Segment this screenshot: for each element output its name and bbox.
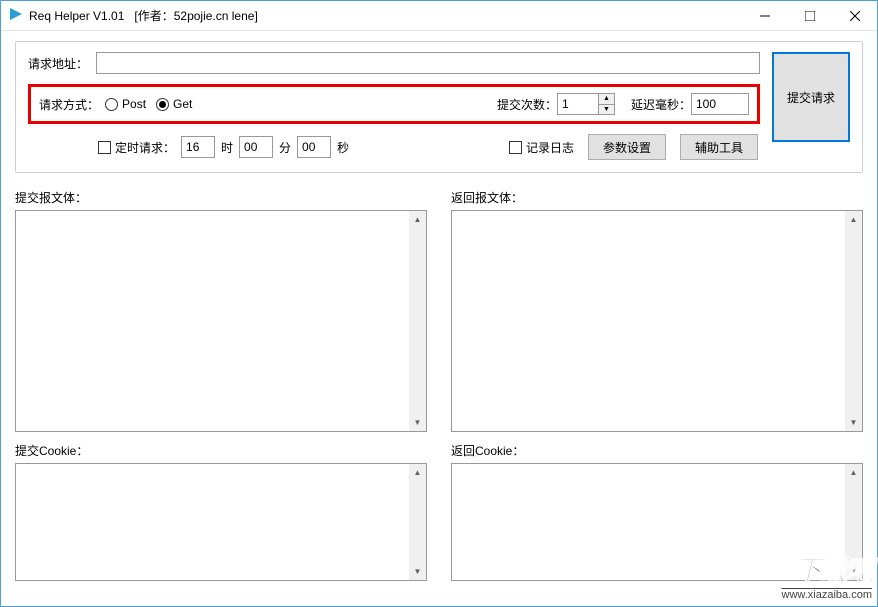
scroll-down-icon[interactable]: ▼ <box>409 563 426 580</box>
app-icon <box>9 7 23 24</box>
method-row-highlight: 请求方式： Post Get 提交次数： ▲ <box>28 84 760 124</box>
window-author: [作者：52pojie.cn lene] <box>134 7 257 24</box>
titlebar: Req Helper V1.01 [作者：52pojie.cn lene] <box>1 1 877 31</box>
minimize-button[interactable] <box>742 1 787 30</box>
request-config-panel: 请求地址： 请求方式： Post Get 提交次数： <box>15 41 863 173</box>
count-input[interactable] <box>558 94 598 114</box>
submit-button-label: 提交请求 <box>787 89 835 106</box>
radio-post[interactable]: Post <box>105 97 146 111</box>
window-title: Req Helper V1.01 <box>29 9 124 23</box>
radio-get-label: Get <box>173 97 192 111</box>
url-label: 请求地址： <box>28 55 88 72</box>
request-body-textarea[interactable] <box>16 211 409 431</box>
response-body-panel: 返回报文体： ▲ ▼ <box>451 189 863 432</box>
checkbox-icon <box>509 141 522 154</box>
radio-get[interactable]: Get <box>156 97 192 111</box>
maximize-button[interactable] <box>787 1 832 30</box>
close-button[interactable] <box>832 1 877 30</box>
delay-label: 延迟毫秒： <box>631 96 691 113</box>
response-cookie-label: 返回Cookie： <box>451 442 863 459</box>
scroll-up-icon[interactable]: ▲ <box>845 464 862 481</box>
url-input[interactable] <box>96 52 760 74</box>
timed-request-checkbox[interactable]: 定时请求： <box>98 139 175 156</box>
scroll-down-icon[interactable]: ▼ <box>845 414 862 431</box>
window-controls <box>742 1 877 30</box>
count-input-wrap: ▲ ▼ <box>557 93 615 115</box>
radio-icon <box>105 98 118 111</box>
response-cookie-panel: 返回Cookie： ▲ ▼ <box>451 442 863 581</box>
hour-input[interactable] <box>181 136 215 158</box>
params-button-label: 参数设置 <box>603 139 651 156</box>
hour-unit: 时 <box>221 139 233 156</box>
params-button[interactable]: 参数设置 <box>588 134 666 160</box>
response-body-label: 返回报文体： <box>451 189 863 206</box>
submit-button[interactable]: 提交请求 <box>772 52 850 142</box>
request-cookie-panel: 提交Cookie： ▲ ▼ <box>15 442 427 581</box>
radio-post-label: Post <box>122 97 146 111</box>
scrollbar[interactable]: ▲ ▼ <box>409 211 426 431</box>
scroll-down-icon[interactable]: ▼ <box>845 563 862 580</box>
request-body-panel: 提交报文体： ▲ ▼ <box>15 189 427 432</box>
scroll-up-icon[interactable]: ▲ <box>845 211 862 228</box>
request-cookie-textarea[interactable] <box>16 464 409 580</box>
scroll-up-icon[interactable]: ▲ <box>409 464 426 481</box>
checkbox-icon <box>98 141 111 154</box>
delay-input[interactable] <box>691 93 749 115</box>
timed-request-label: 定时请求： <box>115 139 175 156</box>
minute-unit: 分 <box>279 139 291 156</box>
radio-icon <box>156 98 169 111</box>
scrollbar[interactable]: ▲ ▼ <box>845 464 862 580</box>
request-cookie-label: 提交Cookie： <box>15 442 427 459</box>
scrollbar[interactable]: ▲ ▼ <box>845 211 862 431</box>
log-label: 记录日志 <box>526 139 574 156</box>
minute-input[interactable] <box>239 136 273 158</box>
method-label: 请求方式： <box>39 96 99 113</box>
scrollbar[interactable]: ▲ ▼ <box>409 464 426 580</box>
log-checkbox[interactable]: 记录日志 <box>509 139 574 156</box>
count-spin-up[interactable]: ▲ <box>599 94 614 105</box>
tools-button-label: 辅助工具 <box>695 139 743 156</box>
count-spin-down[interactable]: ▼ <box>599 105 614 115</box>
second-input[interactable] <box>297 136 331 158</box>
response-cookie-textarea[interactable] <box>452 464 845 580</box>
request-body-label: 提交报文体： <box>15 189 427 206</box>
response-body-textarea[interactable] <box>452 211 845 431</box>
tools-button[interactable]: 辅助工具 <box>680 134 758 160</box>
scroll-up-icon[interactable]: ▲ <box>409 211 426 228</box>
scroll-down-icon[interactable]: ▼ <box>409 414 426 431</box>
second-unit: 秒 <box>337 139 349 156</box>
count-label: 提交次数： <box>497 96 557 113</box>
